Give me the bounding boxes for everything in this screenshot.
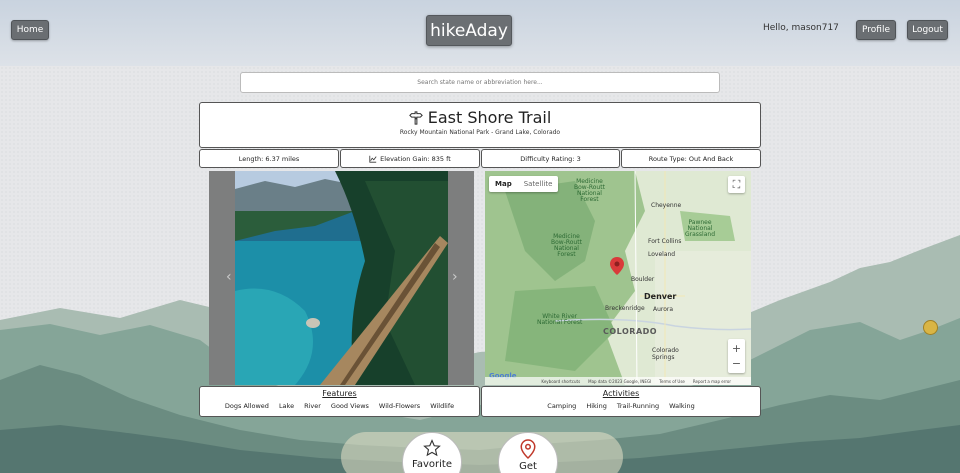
- map-terrain: [485, 171, 751, 385]
- map-label-pawnee: Pawnee National Grassland: [685, 220, 715, 238]
- stat-route-type-text: Route Type: Out And Back: [648, 154, 734, 163]
- feature-item: River: [304, 402, 321, 410]
- map-label-medicine-bow: Medicine Bow-Routt National Forest: [574, 179, 605, 203]
- stat-elevation-text: Elevation Gain: 835 ft: [380, 154, 451, 163]
- features-list: Dogs Allowed Lake River Good Views Wild-…: [200, 402, 479, 410]
- fullscreen-icon[interactable]: ⛶: [728, 176, 745, 193]
- map-label-medicine-bow-line: Forest: [557, 251, 576, 258]
- map-label-loveland: Loveland: [648, 251, 676, 258]
- home-button[interactable]: Home: [11, 20, 49, 40]
- star-icon: [423, 439, 441, 457]
- map-label-colorado-springs: Colorado Springs: [652, 347, 679, 361]
- stat-elevation: Elevation Gain: 835 ft: [340, 149, 480, 168]
- feature-item: Good Views: [330, 402, 369, 410]
- directions-label: Get: [519, 461, 537, 472]
- features-card: Features Dogs Allowed Lake River Good Vi…: [199, 386, 480, 417]
- chart-line-icon: [369, 155, 377, 163]
- activity-item: Hiking: [586, 402, 607, 410]
- map-attribution: Keyboard shortcuts Map data ©2023 Google…: [485, 377, 751, 385]
- location-pin-icon: [520, 439, 536, 459]
- map-label-aurora: Aurora: [653, 306, 674, 313]
- activities-card: Activities Camping Hiking Trail-Running …: [481, 386, 761, 417]
- trail-title-card: East Shore Trail Rocky Mountain National…: [199, 102, 761, 148]
- satellite-tab[interactable]: Satellite: [518, 176, 559, 192]
- trail-name: East Shore Trail: [427, 108, 552, 127]
- stat-difficulty: Difficulty Rating: 3: [481, 149, 620, 168]
- map-label-colorado-springs-line: Springs: [652, 354, 675, 361]
- carousel-prev-icon[interactable]: ‹: [226, 269, 232, 285]
- feature-item: Lake: [278, 402, 295, 410]
- activity-item: Camping: [547, 402, 577, 410]
- user-greeting: Hello, mason717: [763, 23, 839, 33]
- activity-item: Trail-Running: [616, 402, 660, 410]
- action-bar: [341, 432, 623, 473]
- features-title: Features: [322, 389, 357, 398]
- trail-photo: [235, 171, 448, 385]
- search-input[interactable]: Search state name or abbreviation here..…: [240, 72, 720, 93]
- map-label-pawnee-line: Grassland: [685, 231, 715, 238]
- cursor-indicator: [923, 320, 938, 335]
- map-label-colorado-springs-line: Colorado: [652, 347, 679, 354]
- report-error-link[interactable]: Report a map error: [693, 379, 731, 384]
- activities-list: Camping Hiking Trail-Running Walking: [482, 402, 760, 410]
- stat-difficulty-text: Difficulty Rating: 3: [520, 154, 581, 163]
- logout-button[interactable]: Logout: [907, 20, 948, 40]
- zoom-controls[interactable]: + −: [728, 339, 745, 373]
- map-label-denver: Denver: [644, 292, 677, 301]
- favorite-label: Favorite: [412, 459, 452, 470]
- map-tab[interactable]: Map: [489, 176, 518, 192]
- terms-link[interactable]: Terms of Use: [659, 379, 685, 384]
- stat-length-text: Length: 6.37 miles: [238, 154, 300, 163]
- keyboard-shortcuts-link[interactable]: Keyboard shortcuts: [541, 379, 580, 384]
- map-label-fort-collins: Fort Collins: [648, 238, 682, 245]
- activities-title: Activities: [602, 389, 640, 398]
- feature-item: Dogs Allowed: [224, 402, 269, 410]
- zoom-out-button[interactable]: −: [732, 356, 741, 371]
- brand-logo[interactable]: hikeAday: [426, 15, 512, 46]
- feature-item: Wildlife: [430, 402, 455, 410]
- carousel-next-icon[interactable]: ›: [452, 269, 458, 285]
- activity-item: Walking: [669, 402, 695, 410]
- profile-button[interactable]: Profile: [856, 20, 896, 40]
- map-label-breckenridge: Breckenridge: [605, 305, 645, 312]
- map-type-toggle[interactable]: Map Satellite: [489, 176, 559, 192]
- map-pin-icon[interactable]: [610, 257, 624, 275]
- feature-item: Wild-Flowers: [378, 402, 421, 410]
- map-data-text: Map data ©2023 Google, INEGI: [588, 378, 652, 384]
- stat-route-type: Route Type: Out And Back: [621, 149, 761, 168]
- map-label-colorado: COLORADO: [603, 327, 658, 336]
- zoom-in-button[interactable]: +: [732, 341, 741, 356]
- signpost-icon: [408, 110, 423, 125]
- map-label-cheyenne: Cheyenne: [651, 202, 682, 209]
- map-label-boulder: Boulder: [631, 276, 655, 283]
- trail-location: Rocky Mountain National Park - Grand Lak…: [399, 129, 561, 136]
- stat-length: Length: 6.37 miles: [199, 149, 339, 168]
- map-label-medicine-bow-line: Forest: [580, 196, 599, 203]
- map-label-white-river-line: National Forest: [537, 319, 583, 326]
- map-label-white-river: White River National Forest: [537, 314, 582, 326]
- map-label-medicine-bow-2: Medicine Bow-Routt National Forest: [551, 234, 582, 258]
- photo-carousel[interactable]: ‹ ›: [209, 171, 474, 385]
- trail-map[interactable]: Map Satellite ⛶ Medicine Bow-Routt Natio…: [485, 171, 751, 385]
